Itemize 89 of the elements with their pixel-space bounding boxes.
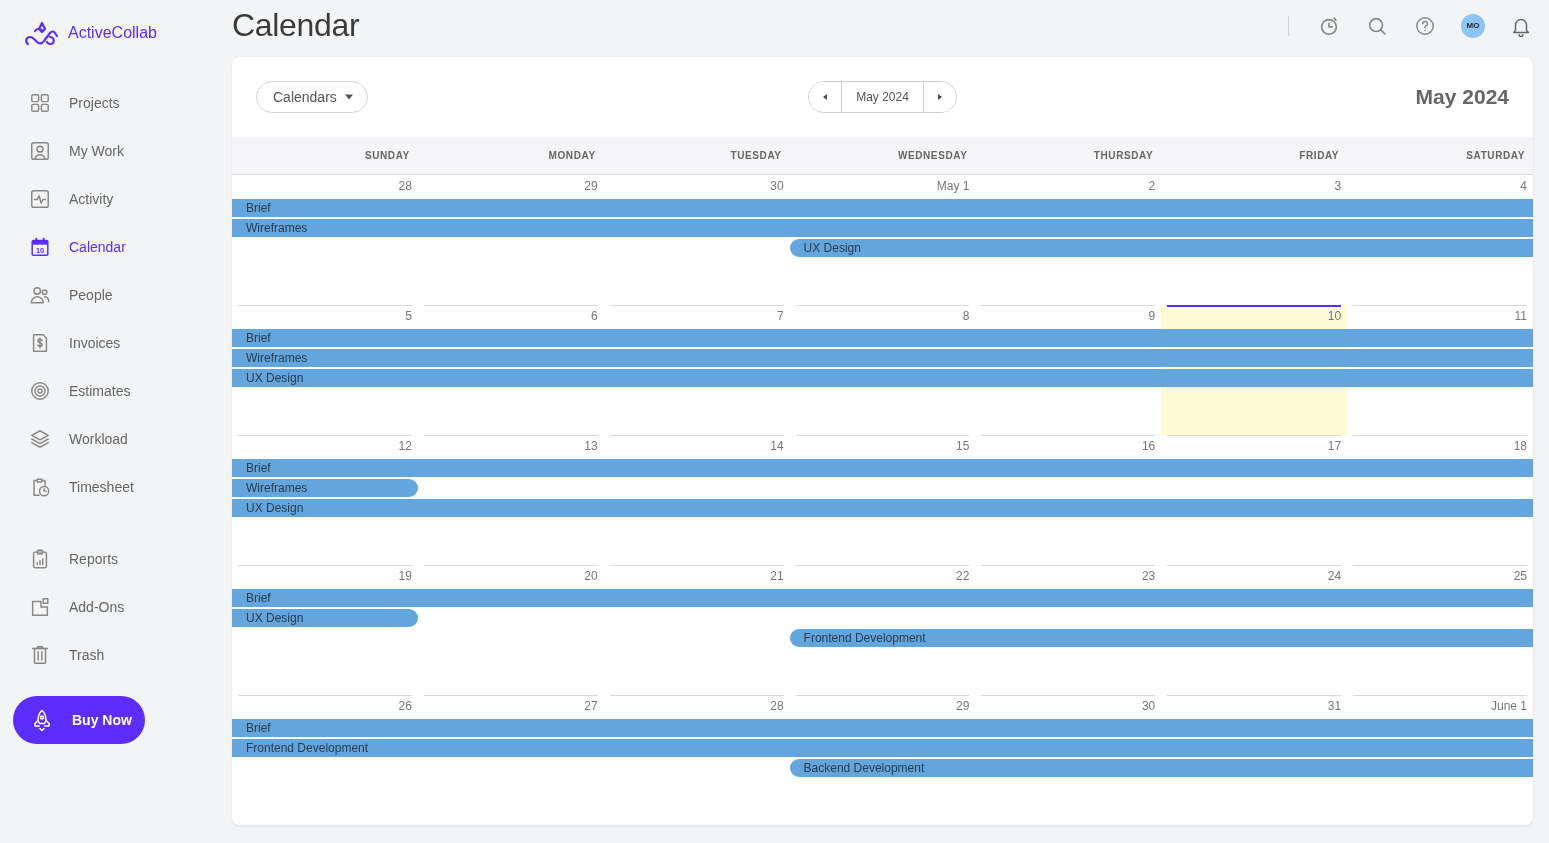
event-bar[interactable]: Wireframes	[232, 479, 418, 497]
date-number: 21	[770, 569, 784, 583]
date-number: 30	[770, 179, 784, 193]
date-number: 4	[1520, 179, 1527, 193]
event-bar[interactable]: Wireframes	[232, 219, 1533, 237]
event-bar[interactable]: UX Design	[232, 369, 1533, 387]
weekday-label: SUNDAY	[363, 150, 411, 161]
nav-item[interactable]: People	[0, 271, 121, 319]
calendar-icon: 10	[29, 236, 51, 258]
date-number: 12	[398, 439, 412, 453]
event-bar[interactable]: Brief	[232, 459, 1533, 477]
weekday-label: TUESDAY	[729, 150, 783, 161]
nav-item[interactable]: Trash	[0, 631, 113, 679]
date-number: 9	[1148, 309, 1156, 323]
date-number: 6	[591, 309, 598, 323]
help-icon	[1414, 14, 1436, 37]
nav-item[interactable]: My Work	[0, 127, 132, 175]
date-number: 15	[956, 439, 970, 453]
month-title: May 2024	[1415, 85, 1509, 109]
date-number: 20	[584, 569, 598, 583]
event-bar[interactable]: Brief	[232, 329, 1533, 347]
layers-icon	[29, 428, 51, 450]
date-number: 10	[1327, 309, 1342, 323]
event-bar[interactable]: UX Design	[232, 609, 418, 627]
event-bar[interactable]: Backend Development	[789, 759, 1533, 777]
date-number: 23	[1141, 569, 1156, 583]
event-bar[interactable]: Brief	[232, 589, 1533, 607]
logo-icon	[24, 19, 60, 47]
event-bar[interactable]: Brief	[232, 199, 1533, 217]
date-number: 29	[956, 699, 970, 713]
weekday-label: MONDAY	[547, 150, 597, 161]
event-bar[interactable]: Brief	[232, 719, 1533, 737]
event-bar[interactable]: UX Design	[232, 499, 1533, 517]
page-title: Calendar	[232, 7, 360, 44]
weekday-label: WEDNESDAY	[896, 150, 969, 161]
nav-item[interactable]: Timesheet	[0, 463, 142, 511]
trash-icon	[29, 644, 51, 666]
weekday-label: SATURDAY	[1465, 150, 1526, 161]
caret-left-icon	[822, 94, 829, 100]
date-number: 24	[1327, 569, 1342, 583]
date-number: 28	[398, 179, 412, 193]
logo-text: ActiveCollab	[68, 24, 157, 42]
nav-item[interactable]: Invoices	[0, 319, 129, 367]
target-icon	[29, 380, 51, 402]
buy-now-button[interactable]: Buy Now	[13, 696, 145, 744]
nav-item[interactable]: Add-Ons	[0, 583, 133, 631]
nav-item[interactable]: Reports	[0, 535, 127, 583]
date-number: 18	[1513, 439, 1527, 453]
weekday-label: FRIDAY	[1298, 150, 1341, 161]
caret-icon	[344, 93, 353, 101]
weekday-label: THURSDAY	[1092, 150, 1155, 161]
nav-item[interactable]: Estimates	[0, 367, 139, 415]
activity-icon	[29, 188, 51, 210]
date-number: 25	[1513, 569, 1527, 583]
nav-item[interactable]: 10 Calendar	[0, 223, 134, 271]
date-number: 14	[770, 439, 784, 453]
date-number: June 1	[1490, 699, 1527, 713]
user-avatar[interactable]: MO	[1461, 13, 1485, 38]
people-icon	[29, 284, 51, 306]
date-number: 19	[398, 569, 412, 583]
event-bar[interactable]: Frontend Development	[232, 739, 1533, 757]
date-number: 2	[1148, 179, 1156, 193]
date-number: May 1	[936, 179, 970, 193]
date-number: 28	[770, 699, 784, 713]
event-bar[interactable]: UX Design	[789, 239, 1533, 257]
grid-icon	[29, 92, 51, 114]
date-number: 16	[1141, 439, 1156, 453]
nav-item[interactable]: Workload	[0, 415, 136, 463]
user-icon	[29, 140, 51, 162]
calendars-dropdown[interactable]: Calendars	[256, 81, 368, 113]
caret-right-icon	[936, 94, 943, 100]
date-number: 30	[1141, 699, 1156, 713]
date-number: 29	[584, 179, 598, 193]
date-number: 11	[1514, 309, 1527, 323]
event-bar[interactable]: Frontend Development	[789, 629, 1533, 647]
date-number: 26	[398, 699, 412, 713]
nav-item[interactable]: Projects	[0, 79, 128, 127]
date-number: 5	[405, 309, 412, 323]
date-number: 3	[1334, 179, 1342, 193]
date-number: 27	[584, 699, 598, 713]
event-bar[interactable]: Wireframes	[232, 349, 1533, 367]
date-number: 7	[776, 309, 784, 323]
addons-icon	[29, 596, 51, 618]
nav-item[interactable]: Activity	[0, 175, 122, 223]
date-number: 8	[962, 309, 970, 323]
date-number: 17	[1327, 439, 1342, 453]
date-number: 31	[1327, 699, 1342, 713]
date-number: 22	[956, 569, 970, 583]
date-number: 13	[584, 439, 598, 453]
